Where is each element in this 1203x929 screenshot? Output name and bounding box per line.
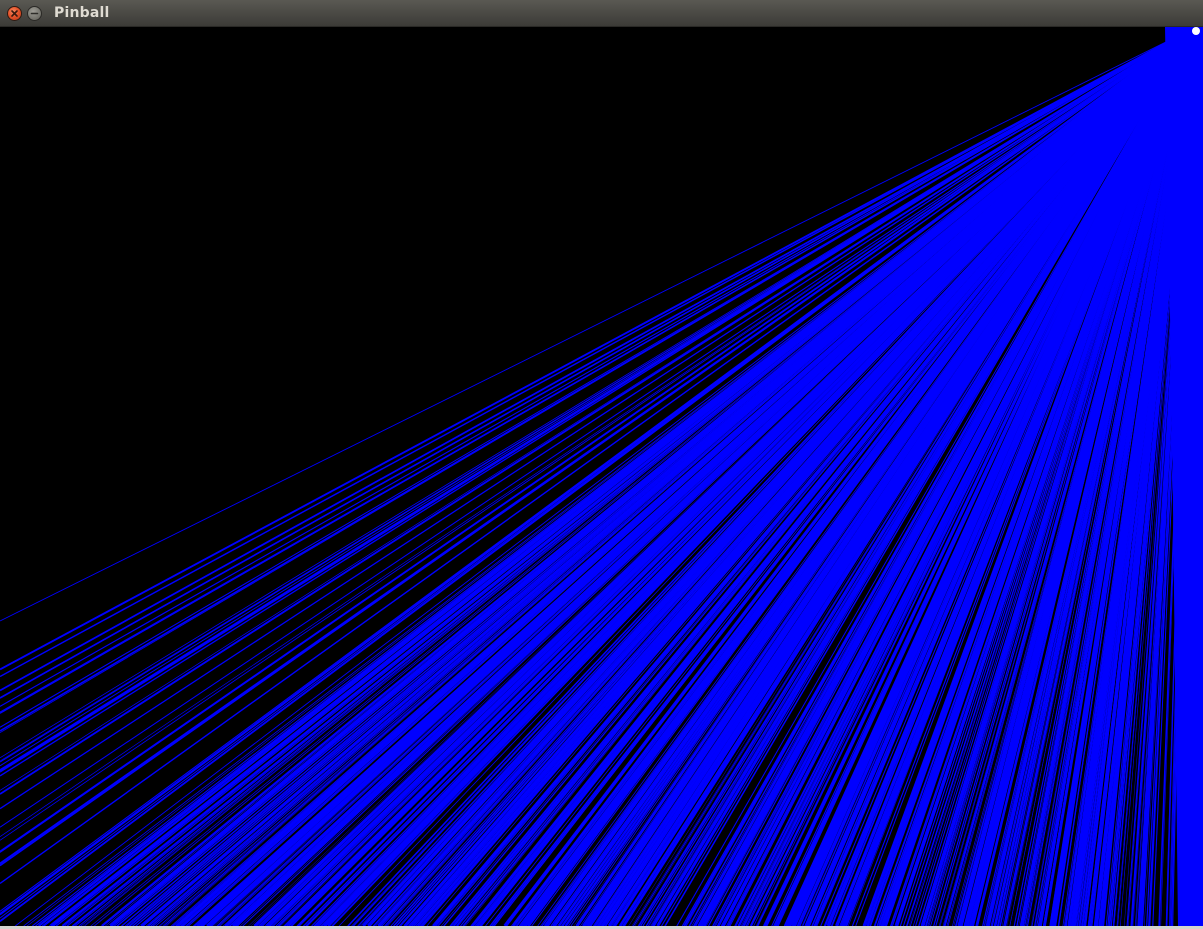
window-title: Pinball (54, 5, 110, 21)
pinball-ball (1192, 27, 1200, 35)
minimize-button[interactable] (27, 6, 42, 21)
close-icon (11, 10, 18, 17)
game-canvas[interactable] (0, 27, 1203, 926)
trail-line (0, 28, 1193, 773)
pinball-window: Pinball (0, 0, 1203, 929)
title-bar[interactable]: Pinball (0, 0, 1203, 27)
ball-trail-plot (0, 27, 1203, 926)
close-button[interactable] (7, 6, 22, 21)
minimize-icon (30, 12, 39, 15)
